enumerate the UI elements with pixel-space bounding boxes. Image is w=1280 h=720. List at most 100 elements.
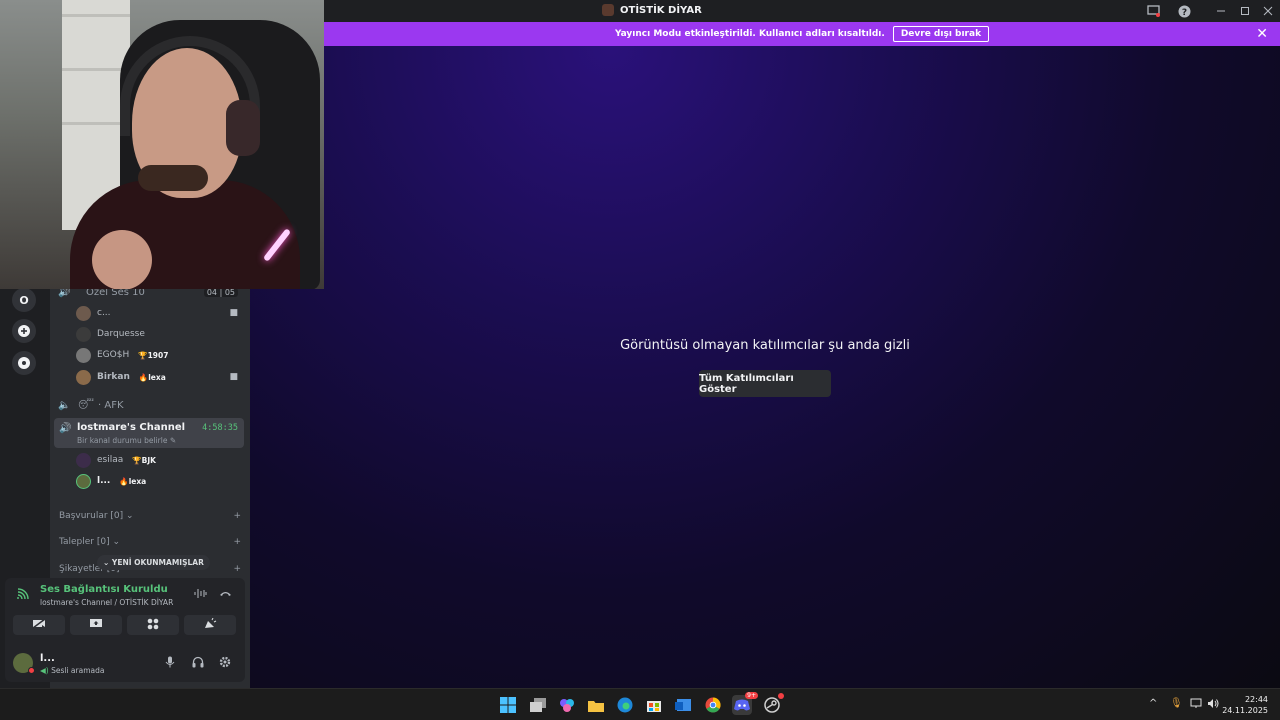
user-name[interactable]: l... <box>40 653 55 664</box>
connection-signal-icon[interactable] <box>17 588 29 603</box>
close-banner-icon[interactable]: ✕ <box>1256 26 1268 42</box>
microsoft-store-icon[interactable] <box>644 695 664 715</box>
headset-earcup <box>226 100 260 156</box>
voice-channel-afk[interactable]: 🔈 😴 · AFK <box>54 398 246 412</box>
tray-expand-icon[interactable]: ^ <box>1149 698 1157 709</box>
voice-user[interactable]: esilaa 🏆BJK <box>76 451 242 469</box>
activities-icon <box>147 618 159 633</box>
sleep-emoji-icon: 😴 <box>78 399 95 411</box>
disable-streamer-mode-button[interactable]: Devre dışı bırak <box>892 26 990 42</box>
channel-status-text: Bir kanal durumu belirle <box>77 436 168 445</box>
avatar <box>76 473 91 489</box>
help-icon[interactable]: ? <box>1176 3 1192 19</box>
screen-share-icon <box>89 618 103 632</box>
user-panel: l... ◀) Sesli aramada <box>5 646 245 682</box>
webcam-overlay <box>0 0 324 289</box>
discover-icon[interactable] <box>12 351 36 375</box>
soundboard-icon <box>204 617 217 633</box>
maximize-icon[interactable] <box>1237 3 1253 19</box>
voice-active-icon: ◀) <box>40 666 49 675</box>
outlook-mail-icon[interactable] <box>673 695 693 715</box>
user-status-text: Sesli aramada <box>51 666 105 675</box>
user-tag: 🏆1907 <box>138 350 169 360</box>
add-channel-icon[interactable]: + <box>233 537 241 547</box>
soundboard-button[interactable] <box>184 615 236 635</box>
user-tag: 🔥lexa <box>119 476 147 486</box>
camera-icon: ■ <box>229 372 238 382</box>
voice-user[interactable]: c... ■ <box>76 304 242 322</box>
windows-start-icon[interactable] <box>498 695 518 715</box>
m365-icon[interactable] <box>557 695 577 715</box>
speaker-muted-icon: 🔈 <box>58 399 71 411</box>
disconnect-icon[interactable] <box>219 588 232 602</box>
task-view-icon[interactable] <box>528 695 548 715</box>
username: c... <box>97 308 111 318</box>
voice-user[interactable]: EGO$H 🏆1907 <box>76 346 242 364</box>
new-unreads-pill[interactable]: ⌄ YENİ OKUNMAMIŞLAR <box>97 555 210 570</box>
user-tag-text: lexa <box>148 372 166 382</box>
discord-window: OTİSTİK DİYAR ? Yayıncı Modu etkinleştir… <box>0 0 1280 688</box>
category-name-text: Talepler [0] <box>59 537 110 547</box>
camera-icon: ■ <box>229 308 238 318</box>
voice-connection-panel: Ses Bağlantısı Kuruldu lostmare's Channe… <box>5 578 245 682</box>
minimize-icon[interactable] <box>1213 3 1229 19</box>
channel-name: · AFK <box>98 399 124 411</box>
settings-gear-icon[interactable] <box>219 656 231 671</box>
category-applications[interactable]: Başvurular [0] ⌄ + <box>59 511 241 521</box>
channel-status[interactable]: Bir kanal durumu belirle ✎ <box>77 436 176 445</box>
notification-badge: 9+ <box>745 692 758 699</box>
headphones-icon[interactable] <box>192 656 204 671</box>
new-unreads-label: YENİ OKUNMAMIŞLAR <box>111 558 204 567</box>
clock-time: 22:44 <box>1244 695 1268 704</box>
add-server-icon[interactable] <box>12 319 36 343</box>
shelf-board <box>62 14 130 17</box>
voice-user[interactable]: Birkan 🔥lexa ■ <box>76 368 242 386</box>
voice-user-self[interactable]: l... 🔥lexa <box>76 472 242 490</box>
user-tag-text: lexa <box>128 476 147 486</box>
username: Birkan <box>97 372 130 382</box>
discord-app-icon[interactable]: 9+ <box>732 692 758 715</box>
add-channel-icon[interactable]: + <box>233 511 241 521</box>
category-requests[interactable]: Talepler [0] ⌄ + <box>59 537 241 547</box>
steam-app-icon[interactable] <box>762 693 784 715</box>
active-voice-channel[interactable]: 🔊 lostmare's Channel Bir kanal durumu be… <box>54 418 244 448</box>
microphone-icon[interactable] <box>165 656 175 671</box>
avatar <box>76 369 91 385</box>
person-hand <box>92 230 152 289</box>
edge-browser-icon[interactable] <box>615 695 635 715</box>
status-dnd-icon <box>28 667 35 674</box>
tray-microphone-icon[interactable]: 🎙 <box>1170 698 1183 709</box>
camera-toggle-button[interactable] <box>13 615 65 635</box>
voice-stage: Görüntüsü olmayan katılımcılar şu anda g… <box>250 46 1280 688</box>
user-tag-text: BJK <box>141 455 156 465</box>
show-all-participants-button[interactable]: Tüm Katılımcıları Göster <box>699 370 831 397</box>
system-clock[interactable]: 22:44 24.11.2025 <box>1222 694 1268 716</box>
username: EGO$H <box>97 350 130 360</box>
user-tag: 🏆BJK <box>132 455 156 465</box>
close-window-icon[interactable] <box>1260 3 1276 19</box>
tray-network-icon[interactable] <box>1190 698 1202 712</box>
voice-status-subtitle[interactable]: lostmare's Channel / OTİSTİK DİYAR <box>40 598 173 607</box>
notification-dot <box>778 693 784 699</box>
activities-button[interactable] <box>127 615 179 635</box>
chrome-browser-icon[interactable] <box>703 695 723 715</box>
server-icon[interactable]: O <box>12 288 36 312</box>
avatar <box>76 452 91 468</box>
category-name: Talepler [0] ⌄ <box>59 537 121 547</box>
tray-volume-icon[interactable] <box>1207 698 1219 712</box>
category-name-text: Başvurular [0] <box>59 511 124 521</box>
avatar <box>76 305 91 321</box>
screen-share-icon[interactable] <box>1145 3 1161 19</box>
screen-share-button[interactable] <box>70 615 122 635</box>
username: l... <box>97 476 111 486</box>
file-explorer-icon[interactable] <box>586 695 606 715</box>
server-logo-icon <box>602 4 614 16</box>
voice-user[interactable]: Darquesse <box>76 325 242 343</box>
noise-suppression-icon[interactable] <box>194 588 207 602</box>
avatar <box>76 326 91 342</box>
hidden-participants-message: Görüntüsü olmayan katılımcılar şu anda g… <box>620 338 910 353</box>
add-channel-icon[interactable]: + <box>233 564 241 574</box>
username: esilaa <box>97 455 124 465</box>
user-tag-text: 1907 <box>147 350 169 360</box>
call-timer: 4:58:35 <box>202 423 238 433</box>
